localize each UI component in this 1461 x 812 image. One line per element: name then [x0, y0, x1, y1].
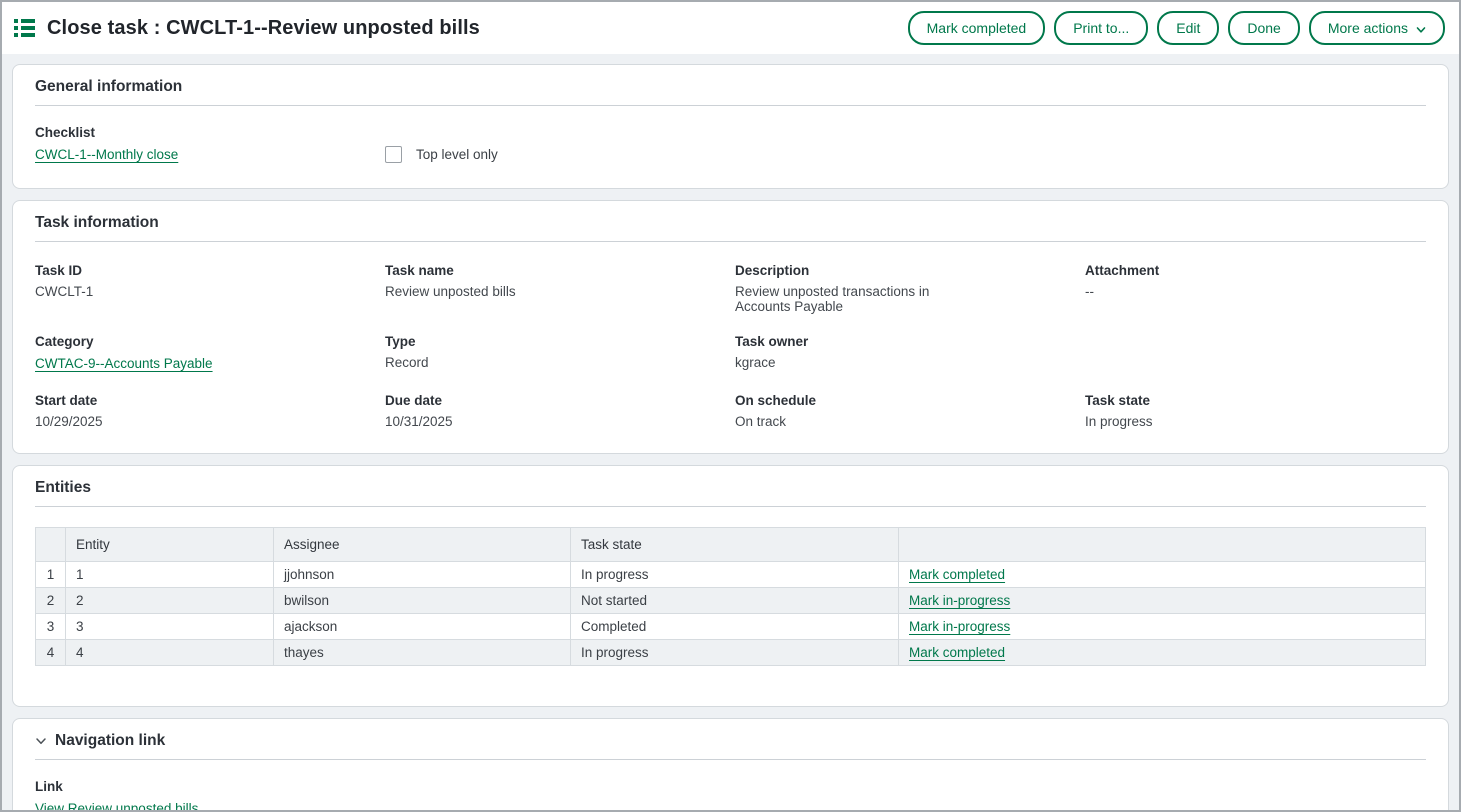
entity-cell: 4 — [66, 640, 274, 666]
top-level-only-checkbox[interactable] — [385, 146, 402, 163]
table-header-row: Entity Assignee Task state — [36, 528, 1426, 562]
assignee-cell: thayes — [274, 640, 571, 666]
entities-title: Entities — [35, 479, 1426, 507]
edit-button[interactable]: Edit — [1157, 11, 1219, 45]
table-row: 1 1 jjohnson In progress Mark completed — [36, 562, 1426, 588]
row-number: 1 — [36, 562, 66, 588]
row-number: 3 — [36, 614, 66, 640]
on-schedule-field: On schedule On track — [735, 393, 1085, 429]
row-action-link[interactable]: Mark in-progress — [909, 593, 1010, 608]
task-state-label: Task state — [1085, 393, 1396, 408]
table-row: 4 4 thayes In progress Mark completed — [36, 640, 1426, 666]
rownum-column-header — [36, 528, 66, 562]
empty-cell — [1085, 334, 1426, 373]
collapse-chevron-icon[interactable] — [35, 735, 47, 747]
row-action-link[interactable]: Mark completed — [909, 645, 1005, 660]
task-name-field: Task name Review unposted bills — [385, 263, 735, 314]
task-id-value: CWCLT-1 — [35, 284, 275, 299]
task-information-title: Task information — [35, 214, 1426, 242]
task-information-section: Task information Task ID CWCLT-1 Task na… — [12, 200, 1449, 454]
navigation-link-section: Navigation link Link View Review unposte… — [12, 718, 1449, 810]
row-action-link[interactable]: Mark in-progress — [909, 619, 1010, 634]
more-actions-button[interactable]: More actions — [1309, 11, 1445, 45]
chevron-down-icon — [1416, 23, 1426, 33]
category-field: Category CWTAC-9--Accounts Payable — [35, 334, 385, 373]
page-title: Close task : CWCLT-1--Review unposted bi… — [47, 17, 480, 40]
navigation-link-title-text: Navigation link — [55, 732, 165, 750]
start-date-label: Start date — [35, 393, 355, 408]
type-label: Type — [385, 334, 705, 349]
entities-table: Entity Assignee Task state 1 1 jjohnson … — [35, 527, 1426, 666]
description-value: Review unposted transactions in Accounts… — [735, 284, 975, 314]
assignee-cell: ajackson — [274, 614, 571, 640]
start-date-value: 10/29/2025 — [35, 414, 275, 429]
entities-section: Entities Entity Assignee Task state — [12, 465, 1449, 707]
task-owner-label: Task owner — [735, 334, 1055, 349]
task-state-cell: Not started — [571, 588, 899, 614]
link-label: Link — [35, 779, 1426, 794]
entity-column-header: Entity — [66, 528, 274, 562]
view-task-link[interactable]: View Review unposted bills — [35, 801, 198, 810]
checklist-label: Checklist — [35, 125, 385, 140]
entity-cell: 1 — [66, 562, 274, 588]
assignee-cell: jjohnson — [274, 562, 571, 588]
navigation-link-title: Navigation link — [35, 732, 1426, 760]
attachment-field: Attachment -- — [1085, 263, 1426, 314]
mark-completed-button[interactable]: Mark completed — [908, 11, 1046, 45]
done-button[interactable]: Done — [1228, 11, 1299, 45]
table-row: 2 2 bwilson Not started Mark in-progress — [36, 588, 1426, 614]
entity-cell: 2 — [66, 588, 274, 614]
checklist-icon — [14, 19, 35, 37]
page-content: General information Checklist CWCL-1--Mo… — [2, 54, 1459, 810]
on-schedule-value: On track — [735, 414, 975, 429]
entity-cell: 3 — [66, 614, 274, 640]
type-value: Record — [385, 355, 625, 370]
page-header: Close task : CWCLT-1--Review unposted bi… — [2, 2, 1459, 54]
task-state-cell: Completed — [571, 614, 899, 640]
row-number: 2 — [36, 588, 66, 614]
attachment-label: Attachment — [1085, 263, 1396, 278]
description-field: Description Review unposted transactions… — [735, 263, 1085, 314]
task-owner-field: Task owner kgrace — [735, 334, 1085, 373]
task-id-label: Task ID — [35, 263, 355, 278]
app-window: Close task : CWCLT-1--Review unposted bi… — [0, 0, 1461, 812]
due-date-label: Due date — [385, 393, 705, 408]
task-owner-value: kgrace — [735, 355, 975, 370]
type-field: Type Record — [385, 334, 735, 373]
table-row: 3 3 ajackson Completed Mark in-progress — [36, 614, 1426, 640]
general-information-section: General information Checklist CWCL-1--Mo… — [12, 64, 1449, 189]
attachment-value: -- — [1085, 284, 1325, 299]
due-date-value: 10/31/2025 — [385, 414, 625, 429]
due-date-field: Due date 10/31/2025 — [385, 393, 735, 429]
category-link[interactable]: CWTAC-9--Accounts Payable — [35, 356, 213, 371]
on-schedule-label: On schedule — [735, 393, 1055, 408]
task-state-cell: In progress — [571, 640, 899, 666]
assignee-column-header: Assignee — [274, 528, 571, 562]
category-label: Category — [35, 334, 355, 349]
task-state-field: Task state In progress — [1085, 393, 1426, 429]
task-state-column-header: Task state — [571, 528, 899, 562]
task-state-value: In progress — [1085, 414, 1325, 429]
print-to-button[interactable]: Print to... — [1054, 11, 1148, 45]
task-id-field: Task ID CWCLT-1 — [35, 263, 385, 314]
checklist-link[interactable]: CWCL-1--Monthly close — [35, 147, 178, 162]
top-level-only-label[interactable]: Top level only — [416, 147, 498, 162]
general-information-title: General information — [35, 78, 1426, 106]
description-label: Description — [735, 263, 1055, 278]
more-actions-label: More actions — [1328, 21, 1408, 35]
action-column-header — [899, 528, 1426, 562]
row-number: 4 — [36, 640, 66, 666]
toolbar: Mark completed Print to... Edit Done Mor… — [908, 11, 1445, 45]
task-state-cell: In progress — [571, 562, 899, 588]
start-date-field: Start date 10/29/2025 — [35, 393, 385, 429]
row-action-link[interactable]: Mark completed — [909, 567, 1005, 582]
assignee-cell: bwilson — [274, 588, 571, 614]
task-name-value: Review unposted bills — [385, 284, 625, 299]
task-name-label: Task name — [385, 263, 705, 278]
